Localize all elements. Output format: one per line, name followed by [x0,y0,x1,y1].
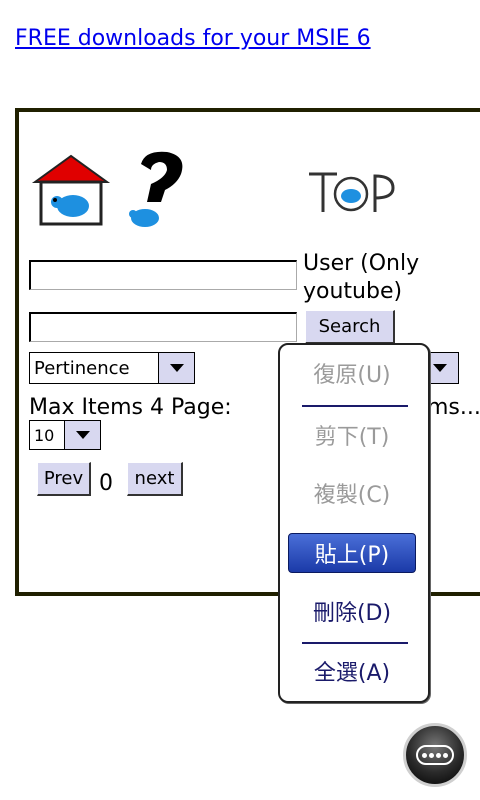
msie-download-link[interactable]: FREE downloads for your MSIE 6 [15,26,371,51]
sort-select-value: Pertinence [34,357,130,379]
menu-item-cut[interactable]: 剪下(T) [288,415,416,455]
keyboard-button[interactable] [403,723,467,787]
prev-button[interactable]: Prev [37,462,91,496]
user-input[interactable] [29,312,297,342]
chevron-down-icon[interactable] [158,353,194,383]
context-menu: 復原(U) 剪下(T) 複製(C) 貼上(P) 刪除(D) 全選(A) [278,343,430,703]
home-icon[interactable] [31,152,111,228]
menu-item-select-all[interactable]: 全選(A) [288,651,416,691]
sort-select[interactable]: Pertinence [29,352,195,384]
keyword-input[interactable] [29,260,297,290]
menu-item-undo[interactable]: 復原(U) [288,353,416,393]
menu-item-copy[interactable]: 複製(C) [288,473,416,513]
menu-separator [302,642,408,644]
chevron-down-icon[interactable] [64,421,100,449]
next-button[interactable]: next [127,462,183,496]
user-label: User (Only youtube) [303,251,420,304]
search-button[interactable]: Search [305,310,395,344]
menu-item-paste[interactable]: 貼上(P) [288,533,416,573]
max-items-label: Max Items 4 Page: [29,395,232,420]
question-mark-icon[interactable] [127,148,191,228]
menu-item-delete[interactable]: 刪除(D) [288,591,416,631]
keyboard-icon [416,745,454,765]
max-items-value: 10 [34,425,55,445]
menu-separator [302,405,408,407]
top-logo-icon[interactable] [307,166,397,218]
max-items-select[interactable]: 10 [29,420,101,450]
partial-label: ms...: [427,395,480,420]
page-number: 0 [99,471,113,496]
